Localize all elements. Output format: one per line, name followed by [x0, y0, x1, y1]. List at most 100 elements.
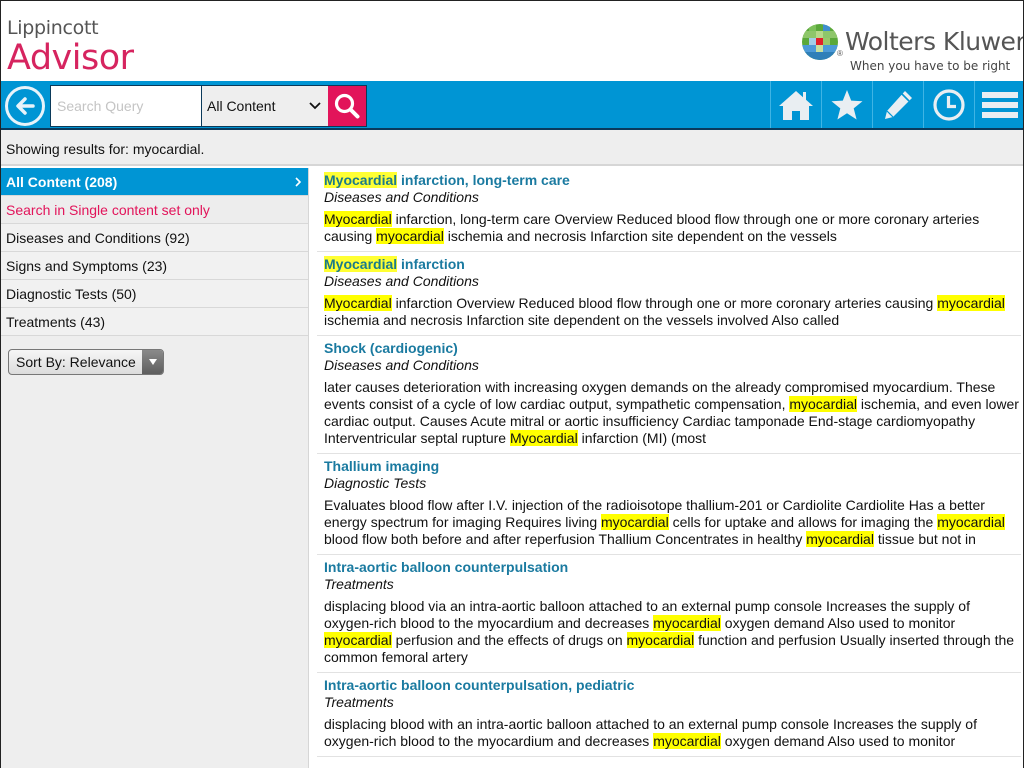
text-run: Shock (cardiogenic)	[324, 340, 458, 356]
text-run: Intra-aortic balloon counterpulsation, p…	[324, 677, 635, 693]
result-snippet: displacing blood via an intra-aortic bal…	[324, 598, 1021, 666]
filter-sidebar: All Content (208) Search in Single conte…	[1, 168, 309, 768]
filter-diagnostic-tests[interactable]: Diagnostic Tests (50)	[1, 280, 308, 308]
filter-label: All Content (208)	[6, 173, 118, 190]
search-term-highlight: Myocardial	[509, 430, 578, 446]
result-title-link[interactable]: Myocardial infarction	[324, 256, 1021, 273]
text-run: perfusion and the effects of drugs on	[391, 632, 627, 648]
header: Lippincott Advisor ® Wolters Kluwer When…	[1, 1, 1024, 81]
filter-signs-and-symptoms[interactable]: Signs and Symptoms (23)	[1, 252, 308, 280]
text-run: cells for uptake and allows for imaging …	[668, 514, 938, 530]
search-result-item[interactable]: Shock (cardiogenic) Diseases and Conditio…	[317, 336, 1021, 454]
filter-label: Search in Single content set only	[6, 201, 210, 218]
search-term-highlight: Myocardial	[324, 256, 398, 272]
search-result-item[interactable]: Thallium imaging Diagnostic Tests Evaluate…	[317, 454, 1021, 555]
text-run: blood flow both before and after reperfu…	[324, 531, 807, 547]
text-run: oxygen demand Also used to monitor	[720, 733, 956, 749]
history-button[interactable]	[923, 81, 974, 128]
search-term-highlight: myocardial	[653, 615, 721, 631]
search-result-item[interactable]: Myocardial infarction, long-term care Dis…	[317, 168, 1021, 252]
result-category: Diagnostic Tests	[324, 475, 427, 491]
search-bar: All Content	[50, 85, 367, 127]
scope-selected-value: All Content	[207, 98, 276, 114]
result-snippet: Myocardial infarction, long-term care Ov…	[324, 211, 1021, 245]
search-button[interactable]	[328, 86, 366, 126]
favorites-button[interactable]	[821, 81, 872, 128]
search-term-highlight: myocardial	[653, 733, 721, 749]
clock-icon	[933, 88, 965, 121]
text-run: ischemia and necrosis Infarction site de…	[443, 228, 837, 244]
result-title-link[interactable]: Intra-aortic balloon counterpulsation	[324, 559, 1021, 576]
publisher-name: Wolters Kluwer	[845, 27, 1024, 56]
text-run: Thallium imaging	[324, 458, 440, 474]
brand-top-text: Lippincott	[7, 17, 99, 39]
result-category: Diseases and Conditions	[324, 273, 479, 289]
result-title-link[interactable]: Intra-aortic balloon counterpulsation, p…	[324, 677, 1021, 694]
search-term-highlight: myocardial	[937, 295, 1005, 311]
search-term-highlight: Myocardial	[324, 172, 398, 188]
search-input[interactable]	[51, 86, 202, 126]
search-term-highlight: myocardial	[789, 396, 858, 412]
search-term-highlight: myocardial	[937, 514, 1005, 530]
filter-label: Signs and Symptoms (23)	[6, 257, 168, 274]
search-single-content-set-link[interactable]: Search in Single content set only	[1, 196, 308, 224]
back-button[interactable]	[5, 86, 45, 126]
result-category: Diseases and Conditions	[324, 189, 479, 205]
home-button[interactable]	[770, 81, 821, 128]
search-results-list: Myocardial infarction, long-term care Dis…	[317, 168, 1023, 768]
filter-label: Diseases and Conditions (92)	[6, 229, 190, 246]
text-run: tissue but not in	[873, 531, 976, 547]
search-result-item[interactable]: Intra-aortic balloon counterpulsation, p…	[317, 673, 1021, 757]
text-run: infarction Overview Reduced blood flow t…	[391, 295, 938, 311]
sort-dropdown-arrow	[142, 350, 163, 374]
text-run: infarction (MI) (most	[577, 430, 707, 446]
star-icon	[831, 89, 863, 119]
toolbar: All Content	[1, 81, 1023, 130]
result-snippet: later causes deterioration with increasi…	[324, 379, 1021, 447]
search-term-highlight: myocardial	[806, 531, 874, 547]
app-window: Lippincott Advisor ® Wolters Kluwer When…	[0, 0, 1024, 768]
sort-by-dropdown[interactable]: Sort By: Relevance	[8, 349, 164, 375]
registered-mark: ®	[837, 49, 843, 58]
filter-all-content[interactable]: All Content (208)	[1, 168, 308, 196]
content-scope-select[interactable]: All Content	[202, 86, 328, 126]
publisher-tagline: When you have to be right	[850, 59, 1011, 73]
text-run: infarction, long-term care	[397, 172, 570, 188]
home-icon	[779, 90, 813, 120]
filter-diseases-and-conditions[interactable]: Diseases and Conditions (92)	[1, 224, 308, 252]
notes-button[interactable]	[872, 81, 923, 128]
result-category: Treatments	[324, 694, 394, 710]
result-snippet: displacing blood with an intra-aortic ba…	[324, 716, 1021, 750]
search-term-highlight: Myocardial	[324, 211, 392, 227]
triangle-down-icon	[148, 359, 157, 365]
menu-icon	[982, 91, 1018, 118]
pencil-icon	[885, 90, 912, 119]
text-run: infarction	[397, 256, 465, 272]
lippincott-advisor-logo[interactable]: Lippincott Advisor	[7, 17, 134, 77]
back-arrow-icon	[16, 97, 35, 115]
search-icon	[334, 93, 360, 119]
search-result-item[interactable]: Myocardial infarction Diseases and Condit…	[317, 252, 1021, 336]
text-run: oxygen demand Also used to monitor	[720, 615, 956, 631]
result-title-link[interactable]: Shock (cardiogenic)	[324, 340, 1021, 357]
results-status: Showing results for: myocardial.	[1, 130, 1023, 166]
search-term-highlight: myocardial	[601, 514, 669, 530]
search-result-item[interactable]: Intra-aortic balloon counterpulsation Tre…	[317, 555, 1021, 673]
search-term-highlight: myocardial	[324, 632, 392, 648]
search-term-highlight: myocardial	[626, 632, 695, 648]
wolters-kluwer-globe-icon	[802, 24, 838, 60]
search-term-highlight: Myocardial	[324, 295, 392, 311]
filter-label: Diagnostic Tests (50)	[6, 285, 137, 302]
toolbar-actions	[770, 81, 1023, 128]
chevron-right-icon	[295, 176, 302, 187]
search-term-highlight: myocardial	[376, 228, 444, 244]
result-title-link[interactable]: Myocardial infarction, long-term care	[324, 172, 1021, 189]
result-title-link[interactable]: Thallium imaging	[324, 458, 1021, 475]
chevron-down-icon	[309, 102, 321, 110]
filter-label: Treatments (43)	[6, 313, 106, 330]
filter-treatments[interactable]: Treatments (43)	[1, 308, 308, 336]
text-run: ischemia and necrosis Infarction site de…	[324, 312, 840, 328]
sort-label: Sort By: Relevance	[16, 354, 136, 370]
brand-main-text: Advisor	[7, 38, 134, 78]
menu-button[interactable]	[974, 81, 1023, 128]
